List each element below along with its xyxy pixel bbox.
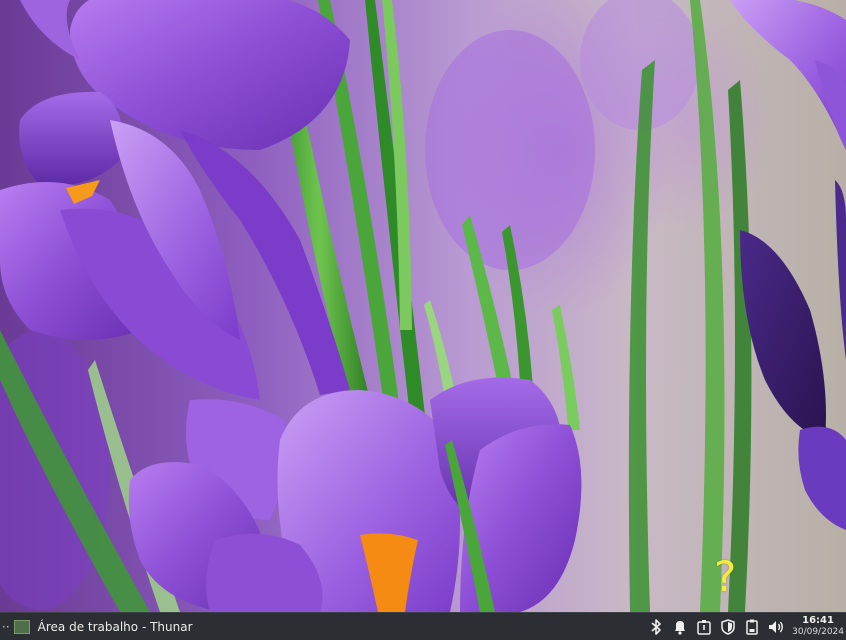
help-question-mark: ?	[714, 552, 737, 601]
power-manager-icon[interactable]	[693, 616, 715, 638]
right-buds	[740, 180, 846, 530]
bluetooth-icon[interactable]	[645, 616, 667, 638]
desktop[interactable]: ?	[0, 0, 846, 612]
shield-icon[interactable]	[717, 616, 739, 638]
thunar-task-button[interactable]: ·· Área de trabalho - Thunar	[0, 613, 199, 640]
battery-clipboard-icon[interactable]	[741, 616, 763, 638]
task-title: Área de trabalho - Thunar	[37, 619, 193, 634]
notification-bell-icon[interactable]	[669, 616, 691, 638]
task-edge-dots: ··	[2, 619, 10, 634]
clock-date: 30/09/2024	[792, 627, 844, 637]
thunar-window-icon	[13, 619, 30, 634]
taskbar: ·· Área de trabalho - Thunar 16:41 30/09…	[0, 612, 846, 640]
bottom-crocus	[128, 377, 582, 612]
wallpaper	[0, 0, 846, 612]
clock-time: 16:41	[802, 615, 834, 626]
volume-icon[interactable]	[765, 616, 787, 638]
system-tray: 16:41 30/09/2024	[644, 613, 846, 640]
clock[interactable]: 16:41 30/09/2024	[792, 616, 844, 637]
